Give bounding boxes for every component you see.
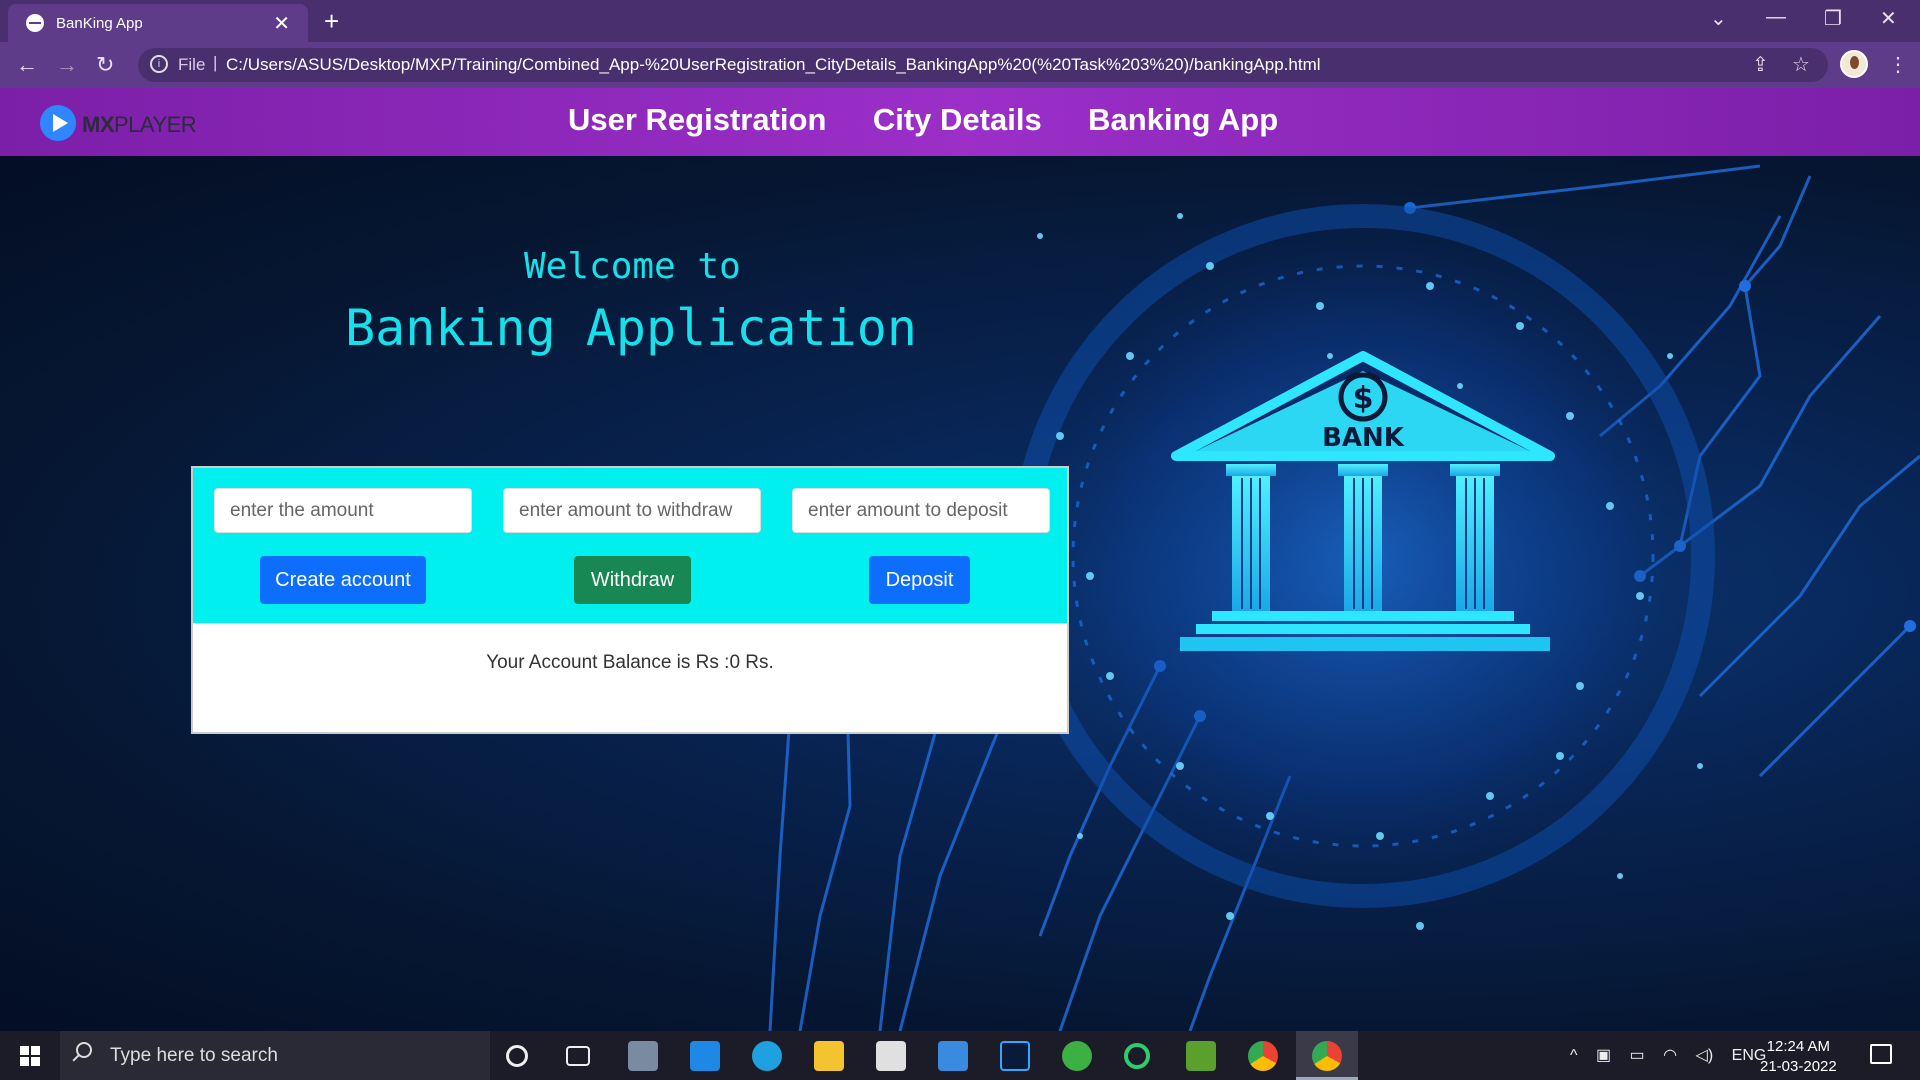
windows-taskbar: Type here to search ^ ▣ ▭ ◠ ◁) ENG 12:24… bbox=[0, 1031, 1920, 1080]
photoshop-icon[interactable] bbox=[1000, 1041, 1030, 1071]
nav-banking-app[interactable]: Banking App bbox=[1088, 102, 1278, 137]
play-icon bbox=[40, 105, 76, 141]
browser-tab[interactable]: BanKing App ✕ bbox=[8, 4, 308, 42]
menu-icon[interactable]: ⋮ bbox=[1888, 52, 1908, 77]
task-view-icon[interactable] bbox=[566, 1046, 590, 1066]
image-app-icon[interactable] bbox=[1186, 1041, 1216, 1071]
address-bar: ← → ↻ i File | C:/Users/ASUS/Desktop/MXP… bbox=[0, 42, 1920, 88]
new-tab-button[interactable]: + bbox=[324, 6, 339, 37]
site-header: MXPLAYER User Registration City Details … bbox=[0, 88, 1920, 156]
close-tab-icon[interactable]: ✕ bbox=[273, 11, 290, 36]
clock-date: 21-03-2022 bbox=[1760, 1058, 1837, 1075]
browser-tab-strip: BanKing App ✕ + ⌄ — ❐ ✕ bbox=[0, 0, 1920, 42]
reload-icon[interactable]: ↻ bbox=[96, 52, 114, 78]
cortana-icon[interactable] bbox=[506, 1045, 528, 1067]
taskbar-search[interactable]: Type here to search bbox=[60, 1031, 490, 1080]
chrome-icon[interactable] bbox=[1248, 1041, 1278, 1071]
notification-icon[interactable] bbox=[1870, 1044, 1892, 1064]
create-account-button[interactable]: Create account bbox=[260, 556, 426, 604]
meet-icon[interactable]: ▣ bbox=[1596, 1047, 1611, 1064]
url-field[interactable]: i File | C:/Users/ASUS/Desktop/MXP/Train… bbox=[138, 48, 1828, 82]
video-editor-icon[interactable] bbox=[690, 1041, 720, 1071]
amount-input[interactable] bbox=[214, 488, 472, 533]
bookmark-star-icon[interactable]: ☆ bbox=[1792, 52, 1810, 77]
camera-icon[interactable] bbox=[628, 1041, 658, 1071]
file-explorer-icon[interactable] bbox=[814, 1041, 844, 1071]
globe-icon bbox=[26, 14, 44, 32]
chrome-profile-icon[interactable] bbox=[1312, 1041, 1342, 1071]
nav-city-details[interactable]: City Details bbox=[873, 102, 1042, 137]
logo-mx: MX bbox=[82, 112, 115, 137]
url-text[interactable]: C:/Users/ASUS/Desktop/MXP/Training/Combi… bbox=[226, 55, 1321, 75]
restore-icon[interactable]: ❐ bbox=[1824, 6, 1842, 31]
deposit-button[interactable]: Deposit bbox=[869, 556, 970, 604]
deposit-amount-input[interactable] bbox=[792, 488, 1050, 533]
withdraw-button[interactable]: Withdraw bbox=[574, 556, 691, 604]
logo-player: PLAYER bbox=[114, 112, 197, 137]
share-icon[interactable]: ⇪ bbox=[1752, 52, 1769, 77]
app-title: Banking Application bbox=[345, 299, 917, 357]
separator: | bbox=[213, 53, 218, 72]
transaction-panel: Create account Withdraw Deposit bbox=[193, 468, 1067, 623]
volume-icon[interactable]: ◁) bbox=[1696, 1047, 1714, 1064]
leaf-app-icon[interactable] bbox=[1062, 1041, 1092, 1071]
profile-avatar[interactable] bbox=[1840, 50, 1868, 78]
info-icon[interactable]: i bbox=[150, 55, 168, 73]
account-balance-text: Your Account Balance is Rs :0 Rs. bbox=[486, 652, 774, 673]
battery-icon[interactable]: ▭ bbox=[1630, 1047, 1645, 1064]
tab-search-icon[interactable]: ⌄ bbox=[1710, 6, 1727, 31]
store-icon[interactable] bbox=[876, 1041, 906, 1071]
search-icon bbox=[76, 1042, 92, 1058]
search-placeholder: Type here to search bbox=[110, 1045, 278, 1066]
forward-icon[interactable]: → bbox=[56, 52, 78, 78]
show-hidden-icon[interactable]: ^ bbox=[1570, 1047, 1578, 1064]
wifi-icon[interactable]: ◠ bbox=[1663, 1047, 1677, 1064]
nav-user-registration[interactable]: User Registration bbox=[568, 102, 826, 137]
tab-title: BanKing App bbox=[56, 15, 143, 32]
mail-icon[interactable] bbox=[938, 1041, 968, 1071]
back-icon[interactable]: ← bbox=[16, 52, 38, 78]
system-tray: ^ ▣ ▭ ◠ ◁) ENG bbox=[1570, 1045, 1780, 1065]
minimize-icon[interactable]: — bbox=[1766, 6, 1786, 29]
sync-app-icon[interactable] bbox=[1124, 1043, 1150, 1069]
clock-time: 12:24 AM bbox=[1766, 1038, 1831, 1055]
edge-icon[interactable] bbox=[752, 1041, 782, 1071]
bank-label: BANK bbox=[1322, 423, 1405, 453]
site-nav: User Registration City Details Banking A… bbox=[568, 102, 1320, 138]
dollar-symbol-front: $ bbox=[1353, 381, 1374, 416]
file-label: File bbox=[178, 55, 206, 74]
welcome-heading: Welcome to bbox=[524, 246, 741, 287]
windows-start-icon[interactable] bbox=[20, 1046, 40, 1066]
banking-card: Create account Withdraw Deposit Your Acc… bbox=[191, 466, 1069, 734]
clock[interactable]: 12:24 AM 21-03-2022 bbox=[1760, 1037, 1837, 1077]
main-content: $ $ BANK Welcome to Banking Application bbox=[0, 156, 1920, 1031]
close-window-icon[interactable]: ✕ bbox=[1880, 6, 1897, 31]
withdraw-amount-input[interactable] bbox=[503, 488, 761, 533]
